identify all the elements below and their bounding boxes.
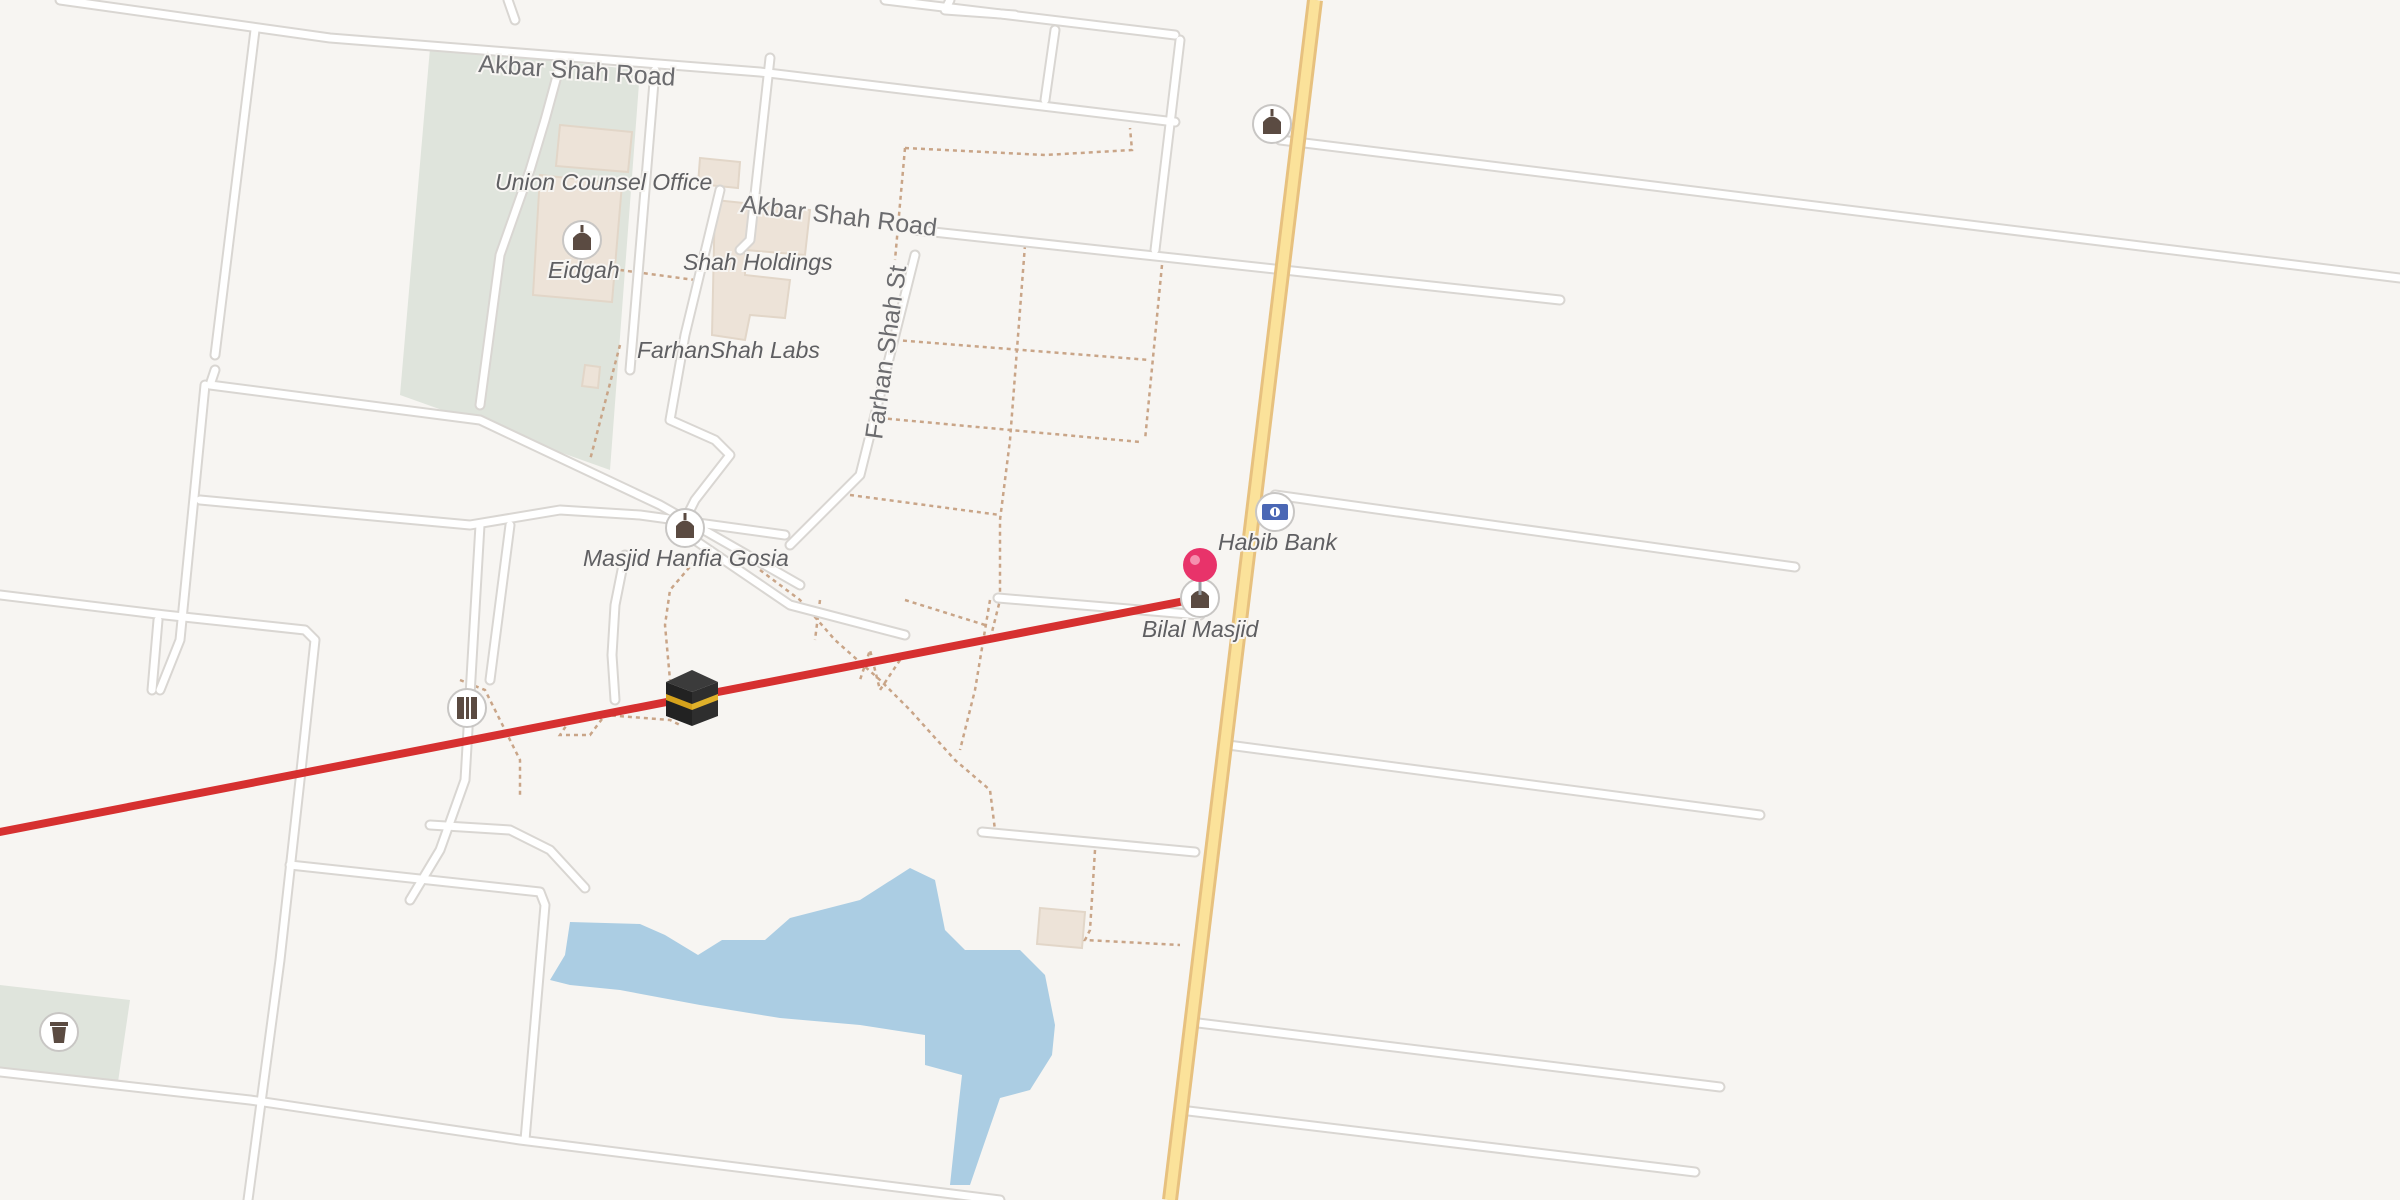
poi-label-union-counsel-office: Union Counsel Office	[495, 169, 712, 195]
waste-basket-icon[interactable]	[39, 1012, 79, 1052]
library-icon[interactable]	[447, 688, 487, 728]
poi-label-shah-holdings: Shah Holdings	[683, 249, 833, 275]
mosque-icon[interactable]	[665, 508, 705, 548]
mosque-icon[interactable]	[562, 220, 602, 260]
poi-label-eidgah: Eidgah	[548, 257, 620, 283]
map-canvas[interactable]: Akbar Shah Road Akbar Shah Road Farhan S…	[0, 0, 2400, 1200]
poi-label-bilal-masjid: Bilal Masjid	[1142, 616, 1260, 642]
poi-label-farhanshah-labs: FarhanShah Labs	[637, 337, 820, 363]
poi-label-masjid-hanfia-gosia: Masjid Hanfia Gosia	[583, 545, 789, 571]
kaaba-icon[interactable]	[666, 670, 718, 726]
mosque-icon[interactable]	[1252, 104, 1292, 144]
bank-icon[interactable]	[1255, 492, 1295, 532]
poi-label-habib-bank: Habib Bank	[1218, 529, 1338, 555]
